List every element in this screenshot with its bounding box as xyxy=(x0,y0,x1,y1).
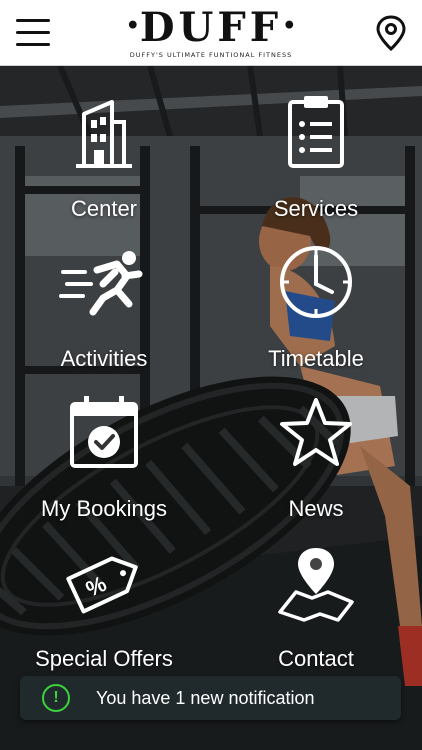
menu-item-label: My Bookings xyxy=(41,496,167,521)
calendar-check-icon xyxy=(64,392,144,477)
menu-item-contact[interactable]: Contact xyxy=(226,542,406,672)
star-icon xyxy=(276,392,356,477)
menu-item-label: Center xyxy=(70,196,138,221)
menu-item-timetable[interactable]: Timetable xyxy=(226,242,406,372)
menu-item-activities[interactable]: Activities xyxy=(14,242,194,372)
menu-item-label: Special Offers xyxy=(35,646,173,671)
svg-text:%: % xyxy=(82,571,110,602)
building-icon xyxy=(64,92,144,177)
duff-logo: •DUFF• Duffy's Ultimate Funtional Fitnes… xyxy=(111,4,311,62)
menu-item-news[interactable]: News xyxy=(226,392,406,522)
running-man-icon xyxy=(59,242,149,327)
notification-banner[interactable]: ! You have 1 new notification xyxy=(20,676,401,720)
logo-wordmark: •DUFF• xyxy=(125,4,297,51)
percent-tag-icon: % xyxy=(59,542,149,627)
exclamation-circle-icon: ! xyxy=(42,684,70,712)
map-pin-icon[interactable] xyxy=(374,14,408,52)
menu-item-label: Timetable xyxy=(268,346,364,371)
menu-item-label: Activities xyxy=(60,346,148,371)
menu-item-center[interactable]: Center xyxy=(14,92,194,222)
menu-item-label: Services xyxy=(273,196,359,221)
hamburger-menu-icon[interactable] xyxy=(14,16,54,50)
menu-item-services[interactable]: Services xyxy=(226,92,406,222)
menu-item-label: News xyxy=(288,496,344,521)
clock-icon xyxy=(276,242,356,327)
menu-item-special-offers[interactable]: % Special Offers xyxy=(14,542,194,672)
notification-text: You have 1 new notification xyxy=(96,688,315,708)
menu-item-my-bookings[interactable]: My Bookings xyxy=(14,392,194,522)
clipboard-list-icon xyxy=(276,92,356,177)
menu-item-label: Contact xyxy=(278,646,354,671)
logo-tagline: Duffy's Ultimate Funtional Fitness xyxy=(129,51,293,59)
map-location-icon xyxy=(276,542,356,627)
app-header: •DUFF• Duffy's Ultimate Funtional Fitnes… xyxy=(0,0,422,66)
